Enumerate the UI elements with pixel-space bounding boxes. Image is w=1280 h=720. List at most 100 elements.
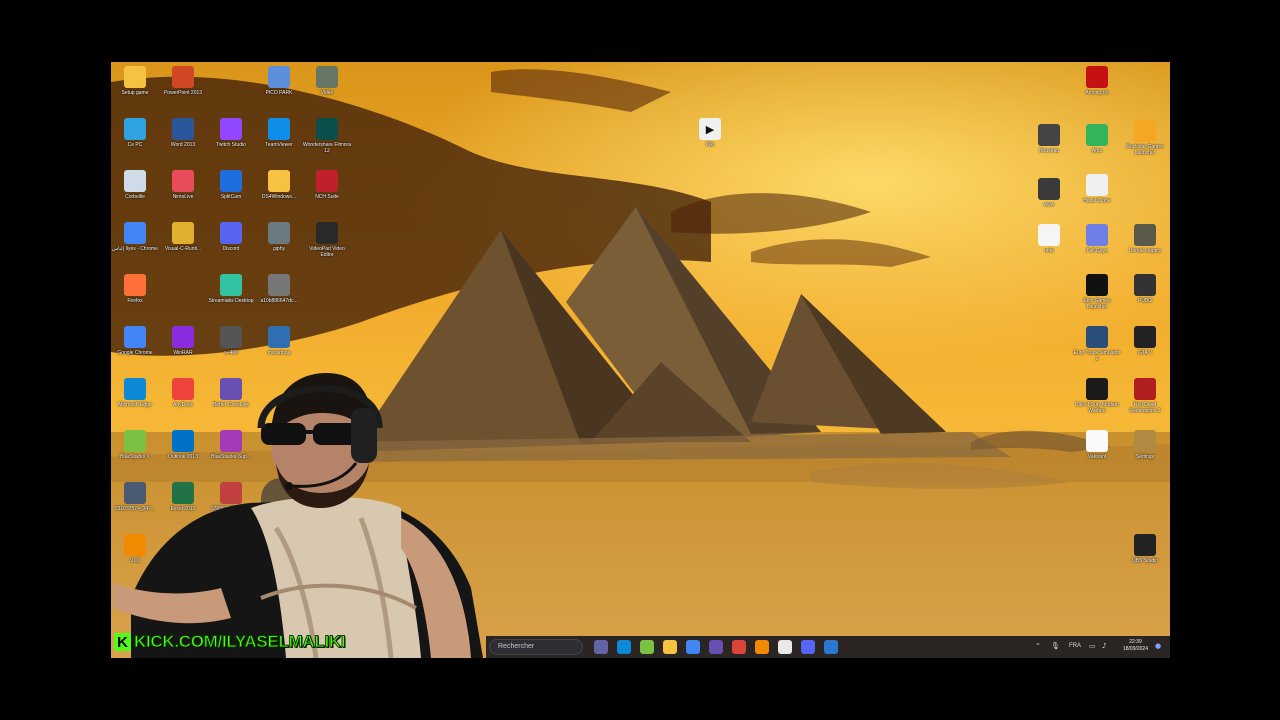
desktop-icon-label: Streamlabs Desktop xyxy=(208,298,254,304)
discord-icon[interactable] xyxy=(801,640,815,654)
desktop-icon[interactable]: GTA V xyxy=(1121,326,1169,356)
notification-icon[interactable]: ● xyxy=(1155,642,1161,650)
desktop-icon-label: Hazel Clone xyxy=(1083,198,1111,204)
desktop-icon-label: NCH Suite xyxy=(315,194,339,200)
desktop-icon[interactable]: Euro Truck Simulator 2 xyxy=(1073,326,1121,362)
network-icon[interactable]: ▭ xyxy=(1089,642,1096,650)
crewlink-icon[interactable] xyxy=(709,640,723,654)
taskbar-clock[interactable]: 22:39 18/09/2024 xyxy=(1123,639,1148,653)
chevron-up-icon[interactable]: ⌃ xyxy=(1035,642,1041,650)
desktop-icon[interactable]: giphy xyxy=(255,222,303,252)
chrome-icon[interactable] xyxy=(732,640,746,654)
desktop-icon[interactable]: VideoPad Video Editor xyxy=(303,222,351,258)
desktop-icon-label: NimoLive xyxy=(172,194,194,200)
desktop-icon-label: Call of Duty Modern Warfare xyxy=(1074,402,1120,414)
desktop-icon[interactable]: إلياس Ilyes - Chrome xyxy=(111,222,159,252)
pubg-icon xyxy=(1134,274,1156,296)
folder-icon xyxy=(172,222,194,244)
desktop-icon-label: GTA V xyxy=(1137,350,1153,356)
desktop-icon-label: Google Chrome xyxy=(117,350,153,356)
language-indicator[interactable]: FRA xyxy=(1069,643,1081,649)
desktop-icon[interactable]: Hazel Clone xyxy=(1073,174,1121,204)
desktop-icon[interactable]: note xyxy=(1025,224,1073,254)
teams-icon[interactable] xyxy=(594,640,608,654)
desktop-icon[interactable]: Streamlabs Desktop xyxy=(207,274,255,304)
edge-icon[interactable] xyxy=(617,640,631,654)
desktop-icon[interactable]: Unreal Legacy xyxy=(1121,224,1169,254)
vlc-icon[interactable] xyxy=(755,640,769,654)
keyboard-icon xyxy=(220,326,242,348)
desktop-icon[interactable]: PICO PARK xyxy=(255,66,303,96)
microphone-icon[interactable]: 🎙 xyxy=(1051,642,1060,650)
desktop-icon[interactable]: Valorant xyxy=(1073,430,1121,460)
desktop-icon[interactable]: OBS Studio xyxy=(1121,534,1169,564)
desktop-icon[interactable]: Nouveau xyxy=(1025,124,1073,154)
desktop-icon[interactable]: maradona xyxy=(255,326,303,356)
desktop-icon[interactable]: Red Dead Redemption 2 xyxy=(1121,378,1169,414)
volume-icon[interactable]: ♪ xyxy=(1102,642,1106,650)
desktop-icon[interactable]: Settings xyxy=(1121,430,1169,460)
taskbar-search-box[interactable]: Rechercher xyxy=(489,639,583,655)
desktop-icon[interactable]: Fall Guys xyxy=(1073,224,1121,254)
desktop-icon[interactable]: Google Chrome xyxy=(111,326,159,356)
desktop-icon[interactable]: Ce PC xyxy=(111,118,159,148)
desktop-icon[interactable]: Among Us xyxy=(1073,66,1121,96)
desktop-icon[interactable]: Discord xyxy=(207,222,255,252)
desktop-icon-label: OBS Studio xyxy=(1131,558,1159,564)
store-icon[interactable] xyxy=(778,640,792,654)
desktop-icon[interactable]: Word 2013 xyxy=(159,118,207,148)
desktop-icon[interactable]: s-i400 xyxy=(207,326,255,356)
chrome-icon[interactable] xyxy=(686,640,700,654)
desktop-icon[interactable]: Call of Duty Modern Warfare xyxy=(1073,378,1121,414)
desktop-icon[interactable]: PUBG xyxy=(1121,274,1169,304)
desktop-icon[interactable]: Visual-C-Runti... xyxy=(159,222,207,252)
firefox-icon xyxy=(124,274,146,296)
desktop-icon[interactable]: Arca xyxy=(1073,124,1121,154)
desktop-icon[interactable]: Setup game xyxy=(111,66,159,96)
desktop-icon-label: Epic Games Launcher xyxy=(1083,298,1111,310)
recycle-bin-icon xyxy=(124,170,146,192)
desktop-icon-label: Vidéo xyxy=(320,90,334,96)
shield-icon[interactable] xyxy=(824,640,838,654)
desktop-icon[interactable]: Vidéo xyxy=(303,66,351,96)
desktop-icon[interactable]: SplitCam xyxy=(207,170,255,200)
desktop-icon[interactable]: Wondershare Filmora 12 xyxy=(303,118,351,154)
desktop-icon[interactable]: Rockstar Games Launcher xyxy=(1121,120,1169,156)
desktop-icon[interactable]: Epic Games Launcher xyxy=(1073,274,1121,310)
discord-icon xyxy=(220,222,242,244)
desktop-icon-label: Red Dead Redemption 2 xyxy=(1129,402,1161,414)
epic-games-icon xyxy=(1086,274,1108,296)
desktop-icon[interactable]: www xyxy=(1025,178,1073,208)
desktop-icon[interactable]: NimoLive xyxy=(159,170,207,200)
desktop-icon[interactable]: Corbeille xyxy=(111,170,159,200)
chrome-icon xyxy=(124,326,146,348)
desktop-icon[interactable]: a10b886647dc... xyxy=(255,274,303,304)
desktop-icon[interactable]: ▶ Kiki xyxy=(686,118,734,148)
gear-icon xyxy=(1134,430,1156,452)
desktop-icon[interactable]: NCH Suite xyxy=(303,170,351,200)
monitor-icon xyxy=(1038,124,1060,146)
powerpoint-icon xyxy=(172,66,194,88)
desktop-icon-label: maradona xyxy=(267,350,291,356)
desktop-icon[interactable]: TeamViewer xyxy=(255,118,303,148)
teamviewer-icon xyxy=(268,118,290,140)
desktop-icon-label: TeamViewer xyxy=(265,142,293,148)
winrar-icon xyxy=(172,326,194,348)
desktop-icon-label: Firefox xyxy=(127,298,143,304)
desktop-icon[interactable]: Twitch Studio xyxy=(207,118,255,148)
desktop-icon[interactable]: PowerPoint 2013 xyxy=(159,66,207,96)
desktop-icon[interactable]: DS4Windows... xyxy=(255,170,303,200)
splitcam-icon xyxy=(220,170,242,192)
kick-logo-icon: K xyxy=(114,633,131,651)
file-explorer-icon[interactable] xyxy=(663,640,677,654)
desktop-icon[interactable]: WinRAR xyxy=(159,326,207,356)
desktop-icon-label: Nouveau xyxy=(1038,148,1059,154)
bluestacks-icon[interactable] xyxy=(640,640,654,654)
document-icon xyxy=(1038,224,1060,246)
desktop-icon-label: Word 2013 xyxy=(170,142,196,148)
desktop-icon[interactable]: Firefox xyxy=(111,274,159,304)
folder-icon xyxy=(268,170,290,192)
desktop-icon-label: SplitCam xyxy=(220,194,242,200)
desktop-icon-label: Twitch Studio xyxy=(216,142,246,148)
among-us-icon xyxy=(1086,66,1108,88)
